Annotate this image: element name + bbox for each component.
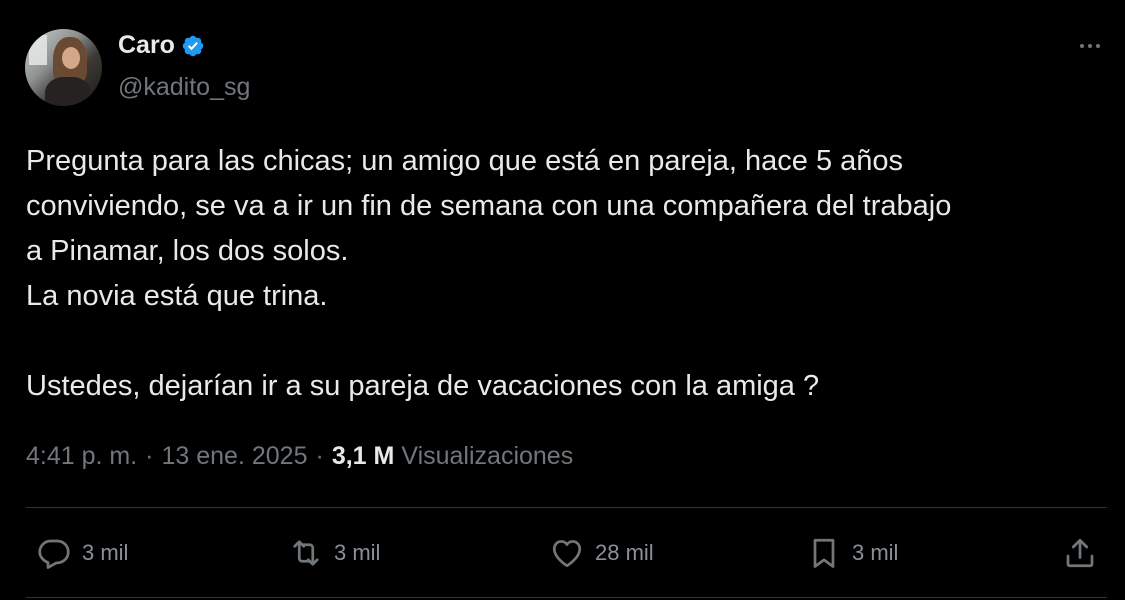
avatar-background [29, 35, 47, 65]
author-handle[interactable]: @kadito_sg [118, 73, 250, 102]
tweet-text-line [26, 319, 1106, 364]
heart-icon [552, 540, 582, 568]
bookmark-button[interactable]: 3 mil [806, 534, 898, 572]
tweet-text: Pregunta para las chicas; un amigo que e… [26, 139, 1106, 409]
tweet-metadata: 4:41 p. m. · 13 ene. 2025 · 3,1 M Visual… [26, 442, 573, 471]
more-dot [1088, 44, 1092, 48]
tweet-date[interactable]: 13 ene. 2025 [162, 442, 308, 471]
reply-button[interactable]: 3 mil [36, 534, 128, 572]
more-dot [1096, 44, 1100, 48]
avatar[interactable] [25, 29, 102, 106]
more-dot [1080, 44, 1084, 48]
views-label: Visualizaciones [401, 442, 574, 470]
avatar-face [62, 47, 80, 69]
meta-separator: · [145, 442, 154, 470]
verified-badge-icon[interactable] [181, 34, 205, 58]
share-icon [1066, 538, 1094, 568]
tweet-text-line: Pregunta para las chicas; un amigo que e… [26, 145, 904, 177]
repost-button[interactable]: 3 mil [288, 534, 380, 572]
divider [26, 597, 1107, 598]
repost-count: 3 mil [334, 540, 381, 565]
views-count: 3,1 M [331, 442, 395, 470]
tweet-text-line: conviviendo, se va a ir un fin de semana… [26, 190, 952, 222]
bookmark-icon [813, 538, 835, 568]
more-options-icon[interactable] [1074, 34, 1106, 58]
tweet-text-line: a Pinamar, los dos solos. [26, 235, 349, 267]
avatar-body [45, 77, 91, 106]
author-name-row: Caro [118, 31, 205, 60]
bookmark-count: 3 mil [852, 540, 899, 565]
tweet-text-line: La novia está que trina. [26, 280, 328, 312]
divider [26, 507, 1107, 508]
reply-count: 3 mil [82, 540, 129, 565]
tweet-time[interactable]: 4:41 p. m. [26, 442, 137, 471]
like-button[interactable]: 28 mil [549, 534, 654, 572]
tweet-text-line: Ustedes, dejarían ir a su pareja de vaca… [26, 370, 820, 402]
share-button[interactable] [1062, 534, 1098, 572]
like-count: 28 mil [595, 540, 654, 565]
reply-icon [38, 539, 70, 569]
tweet-card: Caro @kadito_sg Pregunta para las chicas… [0, 0, 1125, 600]
repost-icon [293, 540, 319, 566]
meta-separator: · [315, 442, 324, 470]
author-display-name[interactable]: Caro [118, 31, 175, 60]
